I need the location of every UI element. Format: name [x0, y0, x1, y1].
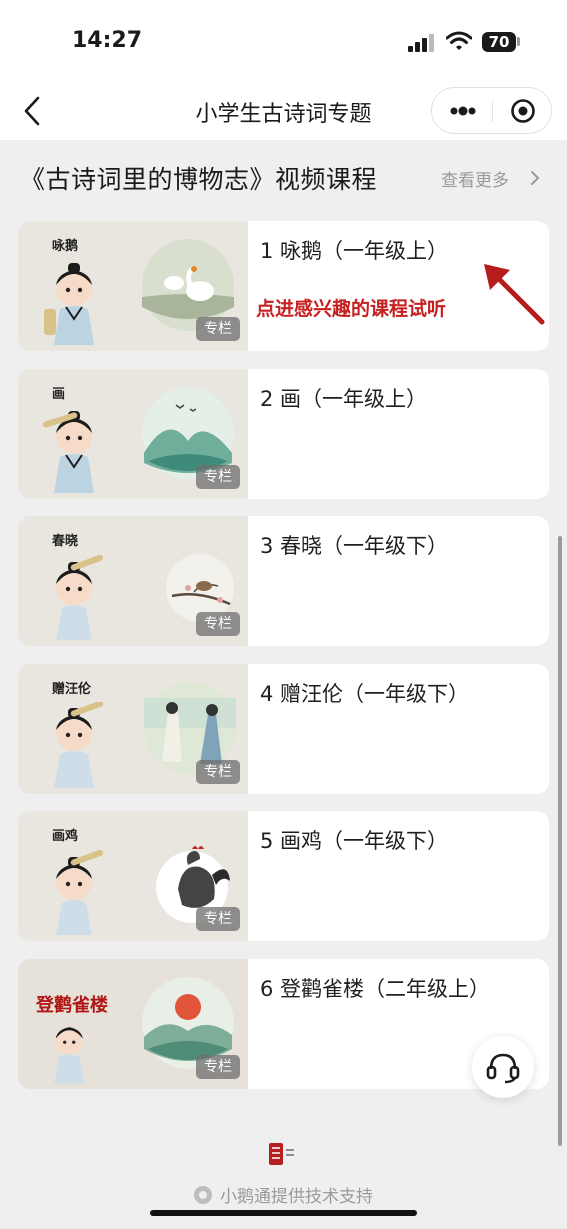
course-thumbnail: 画鸡 专栏 [18, 811, 248, 941]
battery-icon: 70 [482, 32, 516, 52]
course-title[interactable]: 4 赠汪伦（一年级下） [260, 678, 469, 708]
course-thumbnail: 画 专栏 [18, 369, 248, 499]
chevron-right-icon[interactable] [529, 169, 541, 187]
section-title: 《古诗词里的博物志》视频课程 [20, 165, 378, 194]
thumbnail-label: 咏鹅 [52, 239, 79, 254]
column-badge: 专栏 [196, 612, 240, 636]
signal-icon [408, 34, 436, 52]
more-dots-icon[interactable] [450, 104, 476, 118]
thumbnail-label: 赠汪伦 [52, 682, 92, 697]
scholar-boy-illustration [54, 702, 104, 788]
thumbnail-label: 画鸡 [52, 829, 79, 844]
status-bar: 14:27 70 [0, 0, 567, 82]
scholar-boy-illustration [42, 411, 94, 493]
column-badge: 专栏 [196, 760, 240, 784]
status-time: 14:27 [72, 28, 143, 53]
course-title[interactable]: 3 春晓（一年级下） [260, 530, 448, 560]
footer-text-label: 小鹅通提供技术支持 [220, 1187, 373, 1207]
capsule-divider [492, 101, 493, 122]
course-card-2[interactable]: 画 专栏 2 画（一年级上） [18, 369, 549, 499]
wifi-icon [446, 31, 472, 50]
footer-tech-support: 小鹅通提供技术支持 [0, 1182, 567, 1207]
battery-nub [517, 37, 520, 46]
scholar-boy-illustration [44, 263, 94, 345]
column-badge: 专栏 [196, 317, 240, 341]
headset-icon [486, 1053, 520, 1084]
scholar-boy-illustration [56, 849, 104, 935]
course-card-6[interactable]: 登鹳雀楼 专栏 6 登鹳雀楼（二年级上） [18, 959, 549, 1089]
red-arrow-icon [484, 264, 545, 325]
trial-hint-text: 点进感兴趣的课程试听 [256, 298, 447, 320]
customer-service-button[interactable] [472, 1036, 534, 1098]
close-target-icon[interactable] [510, 98, 536, 124]
thumbnail-label: 画 [52, 387, 66, 402]
scholar-boy-illustration [56, 554, 104, 640]
course-title[interactable]: 1 咏鹅（一年级上） [260, 235, 448, 265]
course-thumbnail: 咏鹅 专栏 [18, 221, 248, 351]
scrollbar[interactable] [558, 536, 562, 1146]
seal-logo-icon [269, 1143, 294, 1165]
thumbnail-label: 春晓 [52, 534, 79, 549]
home-indicator[interactable] [150, 1210, 417, 1216]
column-badge: 专栏 [196, 465, 240, 489]
menu-capsule [431, 87, 552, 134]
nav-bar: 小学生古诗词专题 [0, 82, 567, 140]
course-card-1[interactable]: 咏鹅 专栏 1 咏鹅（一年级上） [18, 221, 549, 351]
course-title[interactable]: 6 登鹳雀楼（二年级上） [260, 973, 490, 1003]
see-more-link[interactable]: 查看更多 [441, 166, 509, 191]
course-thumbnail: 春晓 专栏 [18, 516, 248, 646]
column-badge: 专栏 [196, 907, 240, 931]
course-thumbnail: 赠汪伦 专栏 [18, 664, 248, 794]
scholar-boy-illustration [54, 1027, 85, 1084]
course-title[interactable]: 5 画鸡（一年级下） [260, 825, 448, 855]
thumbnail-label: 登鹳雀楼 [36, 995, 108, 1016]
xiaoe-logo-icon [194, 1186, 212, 1204]
column-badge: 专栏 [196, 1055, 240, 1079]
course-thumbnail: 登鹳雀楼 专栏 [18, 959, 248, 1089]
course-card-4[interactable]: 赠汪伦 专栏 4 赠汪伦（一年级下） [18, 664, 549, 794]
course-card-3[interactable]: 春晓 专栏 3 春晓（一年级下） [18, 516, 549, 646]
course-card-5[interactable]: 画鸡 专栏 5 画鸡（一年级下） [18, 811, 549, 941]
course-title[interactable]: 2 画（一年级上） [260, 383, 427, 413]
